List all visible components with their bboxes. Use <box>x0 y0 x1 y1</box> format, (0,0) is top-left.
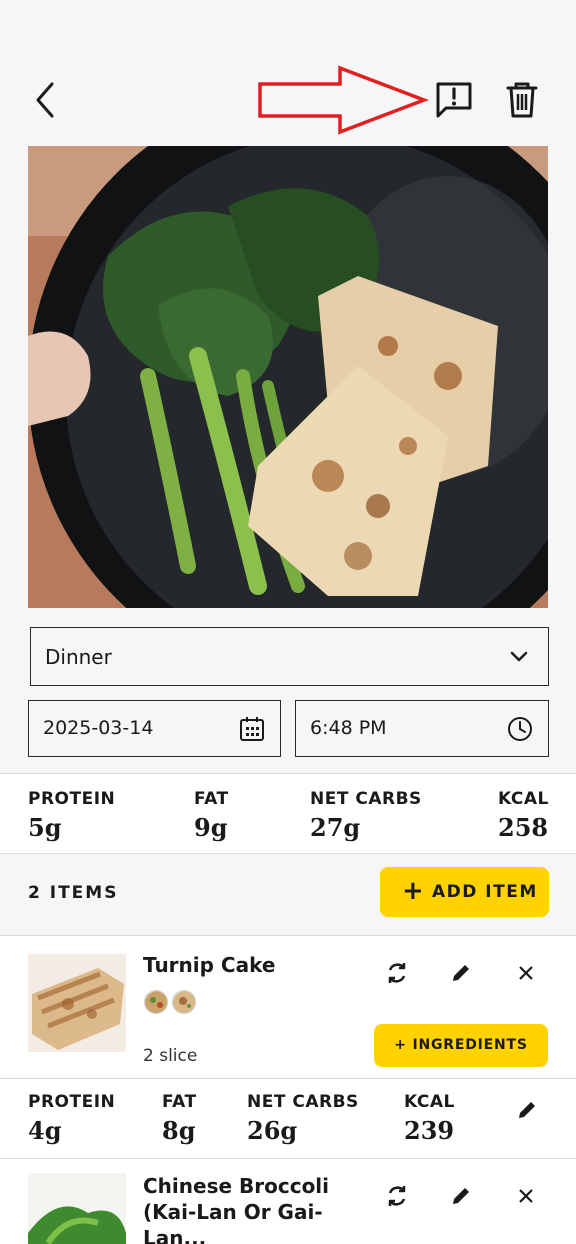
fat-value: 8g <box>162 1116 196 1145</box>
protein-value: 4g <box>28 1116 62 1145</box>
calendar-icon <box>240 717 264 741</box>
time-value: 6:48 PM <box>310 717 387 739</box>
add-item-label: ADD ITEM <box>432 882 538 902</box>
pencil-icon <box>519 1102 535 1118</box>
chevron-down-icon <box>510 651 528 662</box>
edit-button[interactable] <box>446 958 476 988</box>
fat-label: FAT <box>194 789 229 809</box>
net-carbs-label: NET CARBS <box>310 789 422 809</box>
edit-button[interactable] <box>446 1181 476 1211</box>
remove-button[interactable] <box>511 1181 541 1211</box>
items-count: 2 ITEMS <box>28 883 119 903</box>
kcal-label: KCAL <box>498 789 549 809</box>
close-icon <box>519 966 533 980</box>
pencil-icon <box>453 965 469 981</box>
food-item-turnip-cake[interactable]: Turnip Cake 2 slice + INGREDIENTS <box>0 935 576 1077</box>
fat-value: 9g <box>194 813 228 842</box>
kcal-label: KCAL <box>404 1092 455 1112</box>
back-button[interactable] <box>28 78 68 122</box>
trash-icon <box>506 82 538 118</box>
pencil-icon <box>453 1188 469 1204</box>
food-thumbnail <box>28 954 126 1052</box>
meal-photo[interactable] <box>28 146 548 608</box>
kcal-value: 239 <box>404 1116 455 1145</box>
protein-label: PROTEIN <box>28 1092 116 1112</box>
delete-button[interactable] <box>500 78 544 122</box>
date-value: 2025-03-14 <box>43 717 154 739</box>
refresh-icon <box>388 1186 406 1206</box>
annotation-arrow <box>258 65 429 135</box>
report-issue-button[interactable] <box>432 80 476 120</box>
net-carbs-value: 27g <box>310 813 361 842</box>
swap-button[interactable] <box>382 958 412 988</box>
close-icon <box>519 1189 533 1203</box>
meal-totals: PROTEIN 5g FAT 9g NET CARBS 27g KCAL 258 <box>0 773 576 854</box>
meal-photo-image <box>28 146 548 608</box>
items-header: 2 ITEMS + ADD ITEM <box>0 855 576 935</box>
refresh-icon <box>388 963 406 983</box>
meal-type-value: Dinner <box>45 645 112 669</box>
protein-label: PROTEIN <box>28 789 116 809</box>
remove-button[interactable] <box>511 958 541 988</box>
date-field[interactable]: 2025-03-14 <box>28 700 281 757</box>
top-bar <box>0 0 576 140</box>
plus-icon: + <box>402 876 424 906</box>
edit-macros-button[interactable] <box>512 1095 542 1125</box>
chevron-left-icon <box>36 82 54 118</box>
food-item-chinese-broccoli[interactable]: Chinese Broccoli (Kai-Lan Or Gai-Lan... <box>0 1158 576 1244</box>
fat-label: FAT <box>162 1092 197 1112</box>
meal-type-select[interactable]: Dinner <box>30 627 549 686</box>
serving-size: 2 slice <box>143 1046 198 1066</box>
food-item-name: Chinese Broccoli (Kai-Lan Or Gai-Lan... <box>143 1174 330 1244</box>
kcal-value: 258 <box>498 813 549 842</box>
net-carbs-label: NET CARBS <box>247 1092 359 1112</box>
time-field[interactable]: 6:48 PM <box>295 700 549 757</box>
add-ingredients-button[interactable]: + INGREDIENTS <box>374 1024 548 1067</box>
clock-icon <box>508 717 532 741</box>
ingredient-chip <box>144 990 168 1014</box>
add-item-button[interactable]: + ADD ITEM <box>380 867 549 917</box>
net-carbs-value: 26g <box>247 1116 298 1145</box>
item-macros: PROTEIN 4g FAT 8g NET CARBS 26g KCAL 239 <box>0 1078 576 1158</box>
food-thumbnail <box>28 1173 126 1244</box>
ingredient-chip <box>172 990 196 1014</box>
protein-value: 5g <box>28 813 62 842</box>
swap-button[interactable] <box>382 1181 412 1211</box>
food-item-name: Turnip Cake <box>143 953 276 977</box>
report-issue-icon <box>436 82 472 118</box>
